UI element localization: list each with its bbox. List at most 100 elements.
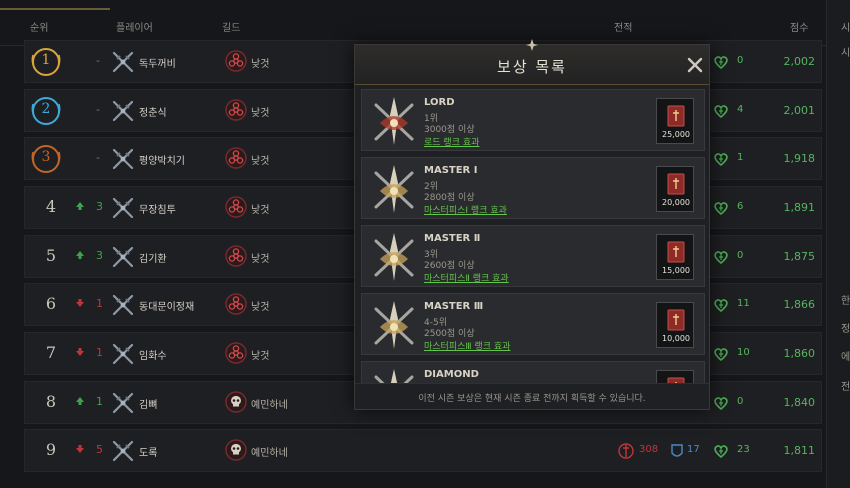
guild-name[interactable]: 낮것: [251, 298, 269, 313]
player-name[interactable]: 무장침투: [139, 201, 176, 216]
score-value: 1,860: [783, 347, 816, 360]
class-swords-icon: [112, 246, 134, 268]
player-name[interactable]: 정춘식: [139, 104, 167, 119]
reward-requirement: 3000점 이상: [424, 125, 475, 135]
rank-number: 1: [41, 52, 51, 68]
reward-tier: LORD: [424, 97, 455, 108]
class-swords-icon: [112, 343, 134, 365]
guild-name[interactable]: 낮것: [251, 104, 269, 119]
right-panel-text: 정: [841, 324, 850, 335]
reward-item-slot[interactable]: 20,000: [656, 166, 694, 212]
red-book-icon: [667, 241, 685, 263]
reward-tier: MASTER Ⅱ: [424, 233, 481, 244]
heart-icon: [714, 348, 728, 362]
rank-effect-link[interactable]: 마스터피스Ⅲ 랭크 효과: [424, 339, 510, 352]
attack-icon: [618, 443, 634, 459]
defense-count: 17: [687, 444, 700, 455]
class-swords-icon: [112, 100, 134, 122]
rank-medal-icon: 2: [29, 94, 63, 128]
rank-change: -: [96, 151, 100, 164]
modal-title: 보상 목록: [497, 58, 567, 76]
biohazard-icon: [225, 50, 247, 72]
rank-medal-icon: 3: [29, 142, 63, 176]
right-panel-text: 시: [841, 23, 850, 34]
rank-change: 3: [96, 200, 103, 213]
score-value: 1,918: [783, 152, 816, 165]
player-name[interactable]: 독두꺼비: [139, 55, 176, 70]
win-count: 0: [737, 396, 744, 407]
heart-icon: [714, 202, 728, 216]
rank-effect-link[interactable]: 마스터피스Ⅰ 랭크 효과: [424, 203, 507, 216]
player-name[interactable]: 평양박치기: [139, 152, 185, 167]
rank-emblem-icon: [374, 369, 414, 383]
score-value: 1,875: [783, 250, 816, 263]
rank-change: 3: [96, 249, 103, 262]
biohazard-icon: [225, 147, 247, 169]
red-book-icon: [667, 173, 685, 195]
rank-change: 1: [96, 297, 103, 310]
col-score-header: 점수: [790, 23, 809, 34]
win-count: 6: [737, 201, 744, 212]
score-value: 2,001: [783, 104, 816, 117]
skull-icon: [225, 391, 247, 413]
win-count: 0: [737, 250, 744, 261]
ranking-row[interactable]: 9 5 도록 예민하네 308 17 23 1,811: [24, 429, 822, 472]
guild-name[interactable]: 예민하네: [251, 444, 288, 459]
win-count: 0: [737, 55, 744, 66]
close-icon[interactable]: [686, 56, 704, 74]
active-tab-indicator: [0, 8, 110, 10]
rank-effect-link[interactable]: 로드 랭크 효과: [424, 135, 479, 148]
player-name[interactable]: 김뼈: [139, 396, 157, 411]
rank-change: -: [96, 54, 100, 67]
reward-item: DIAMOND: [361, 361, 705, 383]
rank-number: 2: [41, 101, 51, 117]
rank-number: 9: [45, 440, 57, 459]
reward-scroll-list[interactable]: LORD 1위 3000점 이상 로드 랭크 효과 25,000 MASTER …: [361, 85, 705, 383]
biohazard-icon: [225, 99, 247, 121]
reward-requirement: 2800점 이상: [424, 193, 475, 203]
biohazard-icon: [225, 342, 247, 364]
right-side-panel: 시 시 한 정 에 전: [826, 0, 850, 488]
reward-item: MASTER Ⅰ 2위 2800점 이상 마스터피스Ⅰ 랭크 효과 20,000: [361, 157, 705, 219]
class-swords-icon: [112, 148, 134, 170]
class-swords-icon: [112, 392, 134, 414]
player-name[interactable]: 김기환: [139, 250, 167, 265]
player-name[interactable]: 동대문이정재: [139, 298, 194, 313]
reward-requirement: 2500점 이상: [424, 329, 475, 339]
rank-number: 3: [41, 149, 51, 165]
right-panel-text: 에: [841, 352, 850, 363]
biohazard-icon: [225, 245, 247, 267]
rank-number: 7: [45, 343, 57, 362]
heart-icon: [714, 397, 728, 411]
class-swords-icon: [112, 440, 134, 462]
defense-icon: [671, 444, 683, 457]
guild-name[interactable]: 낮것: [251, 201, 269, 216]
guild-name[interactable]: 낮것: [251, 152, 269, 167]
red-book-icon: [667, 105, 685, 127]
red-book-icon: [667, 309, 685, 331]
score-value: 2,002: [783, 55, 816, 68]
guild-name[interactable]: 낮것: [251, 347, 269, 362]
rank-effect-link[interactable]: 마스터피스Ⅱ 랭크 효과: [424, 271, 509, 284]
reward-tier: MASTER Ⅲ: [424, 301, 484, 312]
attack-count: 308: [639, 444, 659, 455]
col-player-header: 플레이어: [116, 23, 153, 34]
reward-item-slot[interactable]: 15,000: [656, 234, 694, 280]
score-value: 1,866: [783, 298, 816, 311]
rank-medal-icon: 1: [29, 45, 63, 79]
guild-name[interactable]: 예민하네: [251, 396, 288, 411]
class-swords-icon: [112, 294, 134, 316]
reward-requirement: 2600점 이상: [424, 261, 475, 271]
heart-icon: [714, 445, 728, 459]
guild-name[interactable]: 낮것: [251, 250, 269, 265]
reward-item-slot[interactable]: 10,000: [656, 302, 694, 348]
reward-list-modal: 보상 목록 LORD 1위 3000점 이상 로드 랭크 효과 25,000 M…: [354, 39, 710, 410]
reward-item: MASTER Ⅲ 4-5위 2500점 이상 마스터피스Ⅲ 랭크 효과 10,0…: [361, 293, 705, 355]
reward-item-slot[interactable]: [656, 370, 694, 383]
player-name[interactable]: 임화수: [139, 347, 167, 362]
guild-name[interactable]: 낮것: [251, 55, 269, 70]
reward-item-slot[interactable]: 25,000: [656, 98, 694, 144]
heart-icon: [714, 153, 728, 167]
player-name[interactable]: 도록: [139, 444, 157, 459]
col-rank-header: 순위: [30, 23, 49, 34]
